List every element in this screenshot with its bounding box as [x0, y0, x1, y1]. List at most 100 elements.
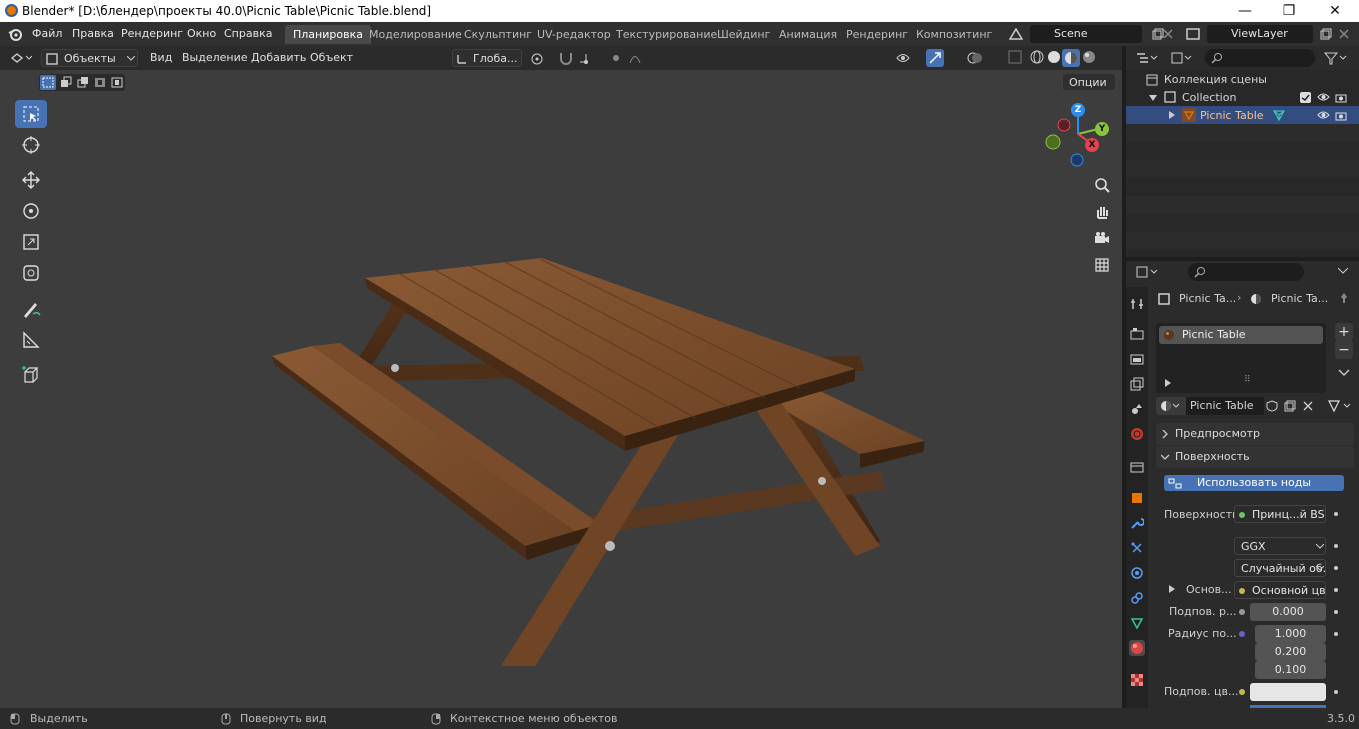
tool-measure[interactable]	[15, 326, 47, 354]
surface-shader-field[interactable]: Принц...й BSDF	[1234, 505, 1326, 523]
maximize-button[interactable]: ❐	[1266, 0, 1312, 22]
delete-viewlayer-icon[interactable]	[1338, 28, 1350, 40]
zoom-button[interactable]	[1090, 173, 1114, 197]
blender-menu-icon[interactable]	[8, 27, 22, 41]
subsurface-field[interactable]: 0.000	[1250, 603, 1326, 621]
viewlayer-selector[interactable]: ViewLayer	[1207, 25, 1313, 43]
tab-rendering[interactable]: Рендеринг	[838, 25, 916, 44]
subsurface-method-dropdown[interactable]: Случайный об...	[1234, 559, 1326, 577]
minimize-button[interactable]: —	[1222, 0, 1268, 22]
keyframe-dot[interactable]	[1334, 544, 1338, 548]
material-slot-item[interactable]: Picnic Table	[1159, 326, 1323, 344]
overlays-icon[interactable]	[966, 50, 984, 66]
specials-menu-icon[interactable]	[1338, 369, 1350, 377]
display-mode-icon[interactable]	[1170, 51, 1194, 65]
tool-scale[interactable]	[15, 228, 47, 256]
outliner-collection[interactable]: Collection	[1182, 91, 1236, 104]
axis-z[interactable]: Z	[1071, 103, 1085, 117]
shading-rendered-icon[interactable]	[1082, 50, 1096, 64]
radius-z-field[interactable]: 0.100	[1255, 661, 1326, 679]
select-extend-icon[interactable]	[58, 75, 74, 90]
options-button[interactable]: Опции	[1062, 73, 1116, 91]
eye-icon[interactable]	[1317, 92, 1330, 103]
menu-view[interactable]: Вид	[150, 51, 172, 64]
axis-y[interactable]: Y	[1095, 122, 1109, 136]
keyframe-dot[interactable]	[1334, 588, 1338, 592]
keyframe-dot[interactable]	[1334, 632, 1338, 636]
properties-search-input[interactable]	[1188, 263, 1304, 281]
collapse-arrow-icon[interactable]	[1149, 94, 1157, 102]
tab-particles[interactable]	[1129, 540, 1145, 556]
tool-cursor[interactable]	[15, 131, 47, 159]
tab-modeling[interactable]: Моделирование	[361, 25, 470, 44]
outliner-scene-collection[interactable]: Коллекция сцены	[1164, 73, 1267, 86]
remove-material-slot-button[interactable]: −	[1335, 341, 1353, 359]
tab-layout[interactable]: Планировка	[285, 25, 371, 44]
delete-scene-icon[interactable]	[1162, 28, 1174, 40]
tab-world[interactable]	[1129, 426, 1145, 442]
expand-arrow-icon[interactable]	[1168, 585, 1176, 593]
axis-neg-y[interactable]	[1045, 134, 1061, 150]
tool-select-box[interactable]	[15, 100, 47, 128]
panel-preview[interactable]: Предпросмотр	[1156, 423, 1354, 445]
tab-modifiers[interactable]	[1129, 515, 1145, 531]
snap-target-icon[interactable]	[578, 50, 600, 66]
use-nodes-button[interactable]: Использовать ноды	[1164, 475, 1344, 491]
ortho-toggle-button[interactable]	[1090, 253, 1114, 277]
keyframe-dot[interactable]	[1334, 566, 1338, 570]
mesh-data-icon[interactable]	[1272, 108, 1286, 122]
keyframe-dot[interactable]	[1334, 690, 1338, 694]
material-slot-list[interactable]: Picnic Table ⠿	[1156, 323, 1326, 393]
pivot-point-icon[interactable]	[530, 52, 552, 66]
pin-icon[interactable]	[1338, 292, 1350, 304]
menu-render[interactable]: Рендеринг	[121, 27, 183, 40]
tab-data[interactable]	[1129, 615, 1145, 631]
menu-select[interactable]: Выделение	[182, 51, 248, 64]
expand-arrow-icon[interactable]	[1164, 379, 1172, 387]
gizmo-toggle[interactable]	[926, 49, 944, 67]
tab-texture[interactable]	[1129, 672, 1145, 688]
outliner-editor-type-icon[interactable]	[1136, 52, 1160, 64]
tab-view-layer[interactable]	[1129, 376, 1145, 392]
falloff-icon[interactable]	[628, 52, 650, 64]
browse-material-button[interactable]	[1156, 397, 1186, 415]
axis-x[interactable]: X	[1085, 138, 1099, 152]
tool-add-cube[interactable]	[15, 361, 47, 389]
menu-add[interactable]: Добавить	[251, 51, 306, 64]
select-invert-icon[interactable]	[92, 75, 108, 90]
new-viewlayer-icon[interactable]	[1320, 28, 1332, 40]
menu-help[interactable]: Справка	[224, 27, 272, 40]
radius-x-field[interactable]: 1.000	[1255, 625, 1326, 643]
resize-handle[interactable]: ⠿	[1244, 375, 1251, 385]
tab-animation[interactable]: Анимация	[771, 25, 845, 44]
visibility-icon[interactable]	[896, 51, 918, 65]
tab-shading[interactable]: Шейдинг	[709, 25, 778, 44]
panel-surface[interactable]: Поверхность	[1156, 446, 1354, 468]
tab-constraints[interactable]	[1129, 590, 1145, 606]
chevron-down-icon[interactable]	[1338, 268, 1348, 274]
expand-arrow-icon[interactable]	[1168, 111, 1176, 119]
menu-window[interactable]: Окно	[187, 27, 216, 40]
tab-uv-editing[interactable]: UV-редактор	[529, 25, 619, 44]
tab-scene[interactable]	[1129, 401, 1145, 417]
select-new-button[interactable]	[40, 75, 56, 90]
link-data-icon[interactable]	[1328, 399, 1354, 413]
tab-compositing[interactable]: Композитинг	[908, 25, 1000, 44]
render-camera-icon[interactable]	[1335, 110, 1347, 121]
tool-move[interactable]	[15, 166, 47, 194]
add-material-slot-button[interactable]: +	[1335, 323, 1353, 341]
pan-button[interactable]	[1090, 200, 1114, 224]
outliner-search-input[interactable]	[1205, 49, 1315, 67]
axis-neg-z[interactable]	[1070, 153, 1084, 167]
keyframe-dot[interactable]	[1334, 610, 1338, 614]
fake-user-icon[interactable]	[1266, 400, 1278, 412]
tool-rotate[interactable]	[15, 197, 47, 225]
base-color-field[interactable]: Основной цвет	[1234, 581, 1326, 599]
tool-transform[interactable]	[15, 259, 47, 287]
filter-icon[interactable]	[1324, 51, 1348, 65]
material-name-field[interactable]: Picnic Table	[1186, 397, 1264, 415]
shading-solid-icon[interactable]	[1047, 50, 1061, 64]
scene-selector[interactable]: Scene	[1030, 25, 1142, 43]
duplicate-material-icon[interactable]	[1284, 400, 1296, 412]
3d-viewport[interactable]: Объекты Вид Выделение Добавить Объект Гл…	[0, 46, 1122, 708]
